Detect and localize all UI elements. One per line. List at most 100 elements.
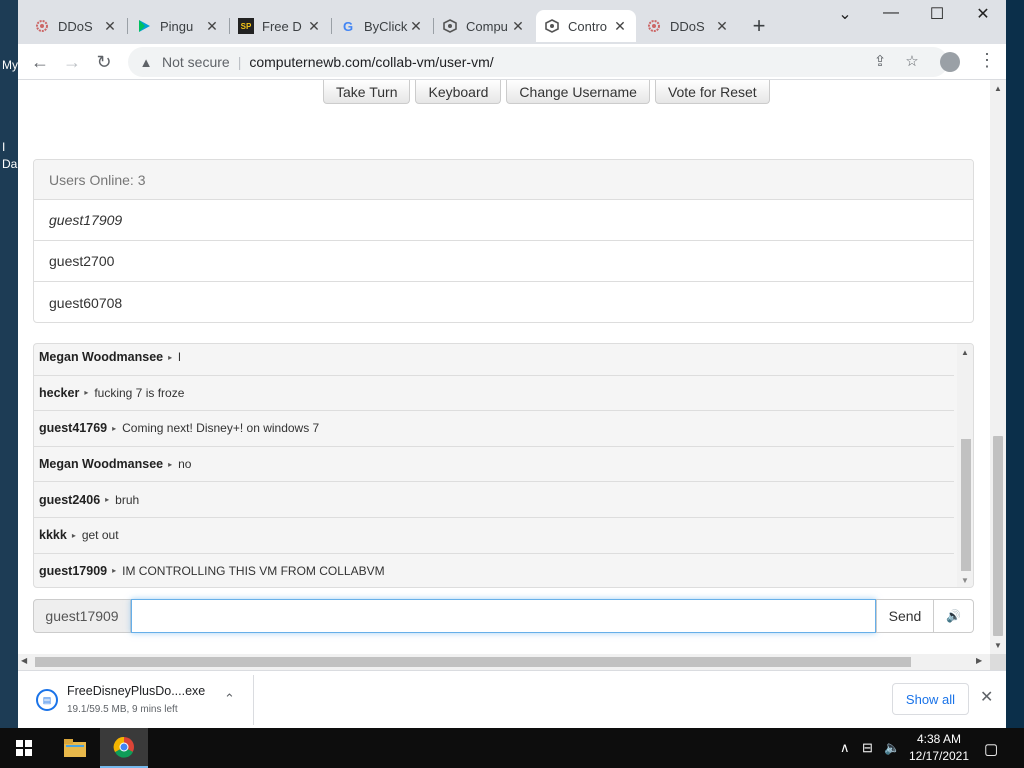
tab-byclick[interactable]: G ByClick ✕ xyxy=(332,10,432,42)
security-label[interactable]: Not secure xyxy=(162,54,230,70)
page-viewport: Take Turn Keyboard Change Username Vote … xyxy=(18,80,990,654)
tab-close-icon[interactable]: ✕ xyxy=(612,18,628,35)
chat-username: Megan Woodmansee xyxy=(39,350,164,365)
chat-arrow-icon: ▸ xyxy=(168,459,173,469)
address-bar[interactable]: ▲ Not secure | computernewb.com/collab-v… xyxy=(128,47,948,77)
desktop-icon-label: Da xyxy=(2,157,18,171)
sound-toggle-button[interactable]: 🔊 xyxy=(934,599,974,633)
page-vertical-scrollbar[interactable]: ▲ ▼ xyxy=(990,80,1006,654)
chat-log[interactable]: Megan Woodmansee ▸ l hecker ▸ fucking 7 … xyxy=(33,343,974,588)
download-bar: ▤ FreeDisneyPlusDo....exe 19.1/59.5 MB, … xyxy=(18,670,1006,728)
browser-menu-icon[interactable]: ⋮ xyxy=(978,50,996,71)
download-progress-icon: ▤ xyxy=(36,689,58,711)
browser-toolbar: ← → ↻ ▲ Not secure | computernewb.com/co… xyxy=(18,44,1006,80)
download-status: 19.1/59.5 MB, 9 mins left xyxy=(67,704,178,715)
new-tab-icon[interactable]: + xyxy=(746,13,772,39)
back-icon[interactable]: ← xyxy=(28,50,52,74)
chat-message: kkkk ▸ get out xyxy=(34,518,954,554)
download-filename: FreeDisneyPlusDo....exe xyxy=(67,684,206,698)
chat-message-input[interactable] xyxy=(131,599,876,633)
chat-message: guest41769 ▸ Coming next! Disney+! on wi… xyxy=(34,411,954,447)
ddos-favicon-icon xyxy=(34,18,50,34)
take-turn-button[interactable]: Take Turn xyxy=(323,80,411,104)
page-scroll-thumb[interactable] xyxy=(993,436,1003,636)
bookmark-star-icon[interactable]: ☆ xyxy=(902,52,922,70)
chat-arrow-icon: ▸ xyxy=(84,388,89,398)
minimize-icon[interactable]: — xyxy=(868,4,914,28)
maximize-icon[interactable]: ☐ xyxy=(914,4,960,28)
tab-title: Free D xyxy=(262,18,302,34)
warning-icon[interactable]: ▲ xyxy=(138,55,154,70)
chrome-taskbar-button[interactable] xyxy=(100,728,148,768)
download-bar-close-icon[interactable]: ✕ xyxy=(980,687,993,707)
chat-text: get out xyxy=(81,528,119,543)
chat-username: guest2406 xyxy=(39,492,101,507)
chat-arrow-icon: ▸ xyxy=(112,423,117,433)
chat-arrow-icon: ▸ xyxy=(168,352,173,362)
show-all-button[interactable]: Show all xyxy=(892,683,969,715)
profile-avatar-icon[interactable] xyxy=(940,52,960,72)
system-clock[interactable]: 4:38 AM 12/17/2021 xyxy=(904,731,974,765)
change-username-button[interactable]: Change Username xyxy=(506,80,650,104)
reload-icon[interactable]: ↻ xyxy=(92,50,116,74)
chat-arrow-icon: ▸ xyxy=(105,495,110,505)
tab-free-disney[interactable]: SP Free D ✕ xyxy=(230,10,330,42)
scroll-up-icon[interactable]: ▲ xyxy=(990,84,1006,93)
collabvm-favicon-icon xyxy=(544,18,560,34)
scroll-down-icon[interactable]: ▼ xyxy=(990,641,1006,650)
chat-message: guest2406 ▸ bruh xyxy=(34,482,954,518)
volume-muted-icon[interactable]: 🔈 xyxy=(884,740,900,756)
forward-icon[interactable]: → xyxy=(60,50,84,74)
chat-message-list: Megan Woodmansee ▸ l hecker ▸ fucking 7 … xyxy=(34,344,954,587)
start-button[interactable] xyxy=(0,728,48,768)
user-list-item: guest2700 xyxy=(34,241,973,282)
tray-chevron-icon[interactable]: ∧ xyxy=(840,740,850,756)
tab-search-chevron-icon[interactable]: ⌄ xyxy=(822,4,868,28)
tab-pingu[interactable]: Pingu ✕ xyxy=(128,10,228,42)
chat-username: guest17909 xyxy=(39,563,108,578)
sp-favicon-icon: SP xyxy=(238,18,254,34)
send-button[interactable]: Send xyxy=(876,599,934,633)
tab-close-icon[interactable]: ✕ xyxy=(714,18,730,35)
chat-username: kkkk xyxy=(39,528,67,543)
vm-button-row: Take Turn Keyboard Change Username Vote … xyxy=(323,80,770,104)
url-separator: | xyxy=(237,54,242,70)
url-text[interactable]: computernewb.com/collab-vm/user-vm/ xyxy=(249,54,493,70)
chat-username: hecker xyxy=(39,385,80,400)
tab-computernewb[interactable]: Compu ✕ xyxy=(434,10,534,42)
network-icon[interactable]: ⊟ xyxy=(862,740,873,756)
scroll-right-icon[interactable]: ▶ xyxy=(976,656,982,665)
tab-control-active[interactable]: Contro ✕ xyxy=(536,10,636,42)
scroll-left-icon[interactable]: ◀ xyxy=(21,656,27,665)
tab-close-icon[interactable]: ✕ xyxy=(510,18,526,35)
horizontal-scroll-thumb[interactable] xyxy=(35,657,911,667)
desktop-icon-label: My xyxy=(2,58,18,72)
tab-title: Contro xyxy=(568,18,608,34)
tab-strip: DDoS ✕ Pingu ✕ SP Free D ✕ G ByClick ✕ C… xyxy=(18,0,1006,44)
vote-reset-button[interactable]: Vote for Reset xyxy=(654,80,770,104)
tab-close-icon[interactable]: ✕ xyxy=(306,18,322,35)
chat-message: Megan Woodmansee ▸ l xyxy=(34,344,954,376)
share-icon[interactable]: ⇪ xyxy=(870,52,890,70)
file-explorer-taskbar-button[interactable] xyxy=(51,728,99,768)
tab-ddos-1[interactable]: DDoS ✕ xyxy=(26,10,126,42)
scroll-down-icon[interactable]: ▼ xyxy=(957,576,973,585)
keyboard-button[interactable]: Keyboard xyxy=(415,80,502,104)
notifications-icon[interactable]: ▢ xyxy=(984,740,998,758)
tab-close-icon[interactable]: ✕ xyxy=(204,18,220,35)
download-item[interactable]: ▤ FreeDisneyPlusDo....exe 19.1/59.5 MB, … xyxy=(18,675,254,725)
tab-ddos-2[interactable]: DDoS ✕ xyxy=(638,10,738,42)
chat-scrollbar[interactable]: ▲ ▼ xyxy=(957,344,973,587)
tab-close-icon[interactable]: ✕ xyxy=(408,18,424,35)
chat-arrow-icon: ▸ xyxy=(71,530,76,540)
tab-close-icon[interactable]: ✕ xyxy=(102,18,118,35)
chat-scroll-thumb[interactable] xyxy=(961,439,971,571)
chat-username: guest41769 xyxy=(39,421,108,436)
chat-text: fucking 7 is froze xyxy=(94,385,185,400)
window-close-icon[interactable]: ✕ xyxy=(960,4,1006,28)
scroll-up-icon[interactable]: ▲ xyxy=(957,348,973,357)
tab-title: DDoS xyxy=(58,18,93,34)
tab-title: DDoS xyxy=(670,18,705,34)
page-horizontal-scrollbar[interactable]: ◀ ▶ xyxy=(18,654,990,670)
chevron-up-icon[interactable]: ⌃ xyxy=(224,691,235,707)
